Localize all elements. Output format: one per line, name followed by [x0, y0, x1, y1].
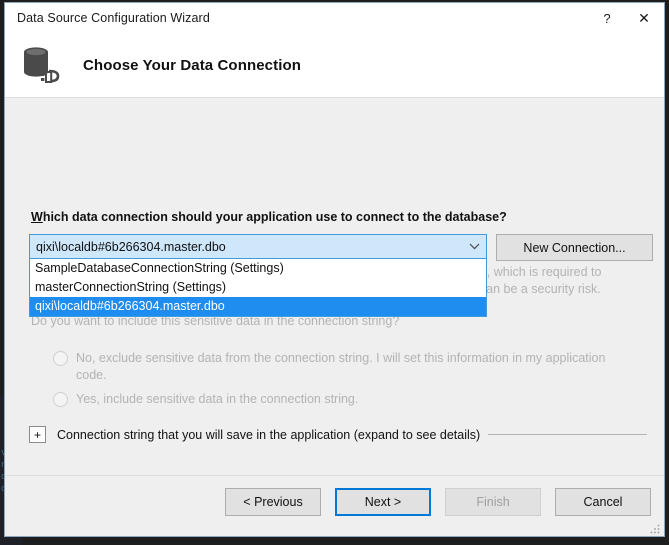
dialog-footer: < Previous Next > Finish Cancel — [5, 475, 664, 536]
connection-combobox-value: qixi\localdb#6b266304.master.dbo — [36, 239, 226, 254]
help-icon[interactable]: ? — [590, 3, 624, 33]
database-connection-icon — [19, 41, 71, 89]
expander-toggle-icon[interactable]: + — [29, 426, 46, 443]
resize-grip[interactable] — [649, 522, 661, 534]
connection-string-expander[interactable]: + Connection string that you will save i… — [29, 426, 647, 443]
radio-include-sensitive-data[interactable]: Yes, include sensitive data in the conne… — [53, 391, 633, 408]
connection-question-label: Which data connection should your applic… — [31, 210, 507, 224]
radio-indicator[interactable] — [53, 392, 68, 407]
expander-divider — [488, 434, 647, 435]
dropdown-item-master-connection[interactable]: masterConnectionString (Settings) — [30, 278, 486, 297]
dialog-body: Which data connection should your applic… — [5, 98, 664, 536]
connection-dropdown-list[interactable]: SampleDatabaseConnectionString (Settings… — [29, 259, 487, 317]
radio-exclude-sensitive-data[interactable]: No, exclude sensitive data from the conn… — [53, 350, 633, 384]
new-connection-button[interactable]: New Connection... — [496, 234, 653, 261]
close-icon[interactable]: ✕ — [624, 3, 664, 33]
question-label-rest: hich data connection should your applica… — [42, 210, 507, 224]
titlebar-buttons: ? ✕ — [590, 3, 664, 33]
dropdown-item-qixi-localdb[interactable]: qixi\localdb#6b266304.master.dbo — [30, 297, 486, 316]
connection-string-expander-label: Connection string that you will save in … — [57, 427, 481, 442]
next-button[interactable]: Next > — [335, 488, 431, 516]
radio-exclude-sensitive-data-label: No, exclude sensitive data from the conn… — [76, 351, 606, 382]
data-source-configuration-wizard-dialog: Data Source Configuration Wizard ? ✕ Cho… — [4, 2, 665, 537]
cancel-button[interactable]: Cancel — [555, 488, 651, 516]
question-accel-letter: W — [31, 210, 43, 224]
footer-button-group: < Previous Next > Finish Cancel — [225, 488, 651, 516]
wizard-header: Choose Your Data Connection — [5, 33, 664, 98]
previous-button[interactable]: < Previous — [225, 488, 321, 516]
titlebar: Data Source Configuration Wizard ? ✕ — [5, 3, 664, 33]
finish-button: Finish — [445, 488, 541, 516]
dropdown-item-sample-database[interactable]: SampleDatabaseConnectionString (Settings… — [30, 259, 486, 278]
page-title: Choose Your Data Connection — [83, 56, 301, 74]
chevron-down-icon[interactable] — [462, 235, 486, 258]
window-title: Data Source Configuration Wizard — [17, 11, 210, 25]
connection-combobox[interactable]: qixi\localdb#6b266304.master.dbo — [29, 234, 487, 259]
radio-indicator[interactable] — [53, 351, 68, 366]
radio-include-sensitive-data-label: Yes, include sensitive data in the conne… — [76, 392, 359, 406]
